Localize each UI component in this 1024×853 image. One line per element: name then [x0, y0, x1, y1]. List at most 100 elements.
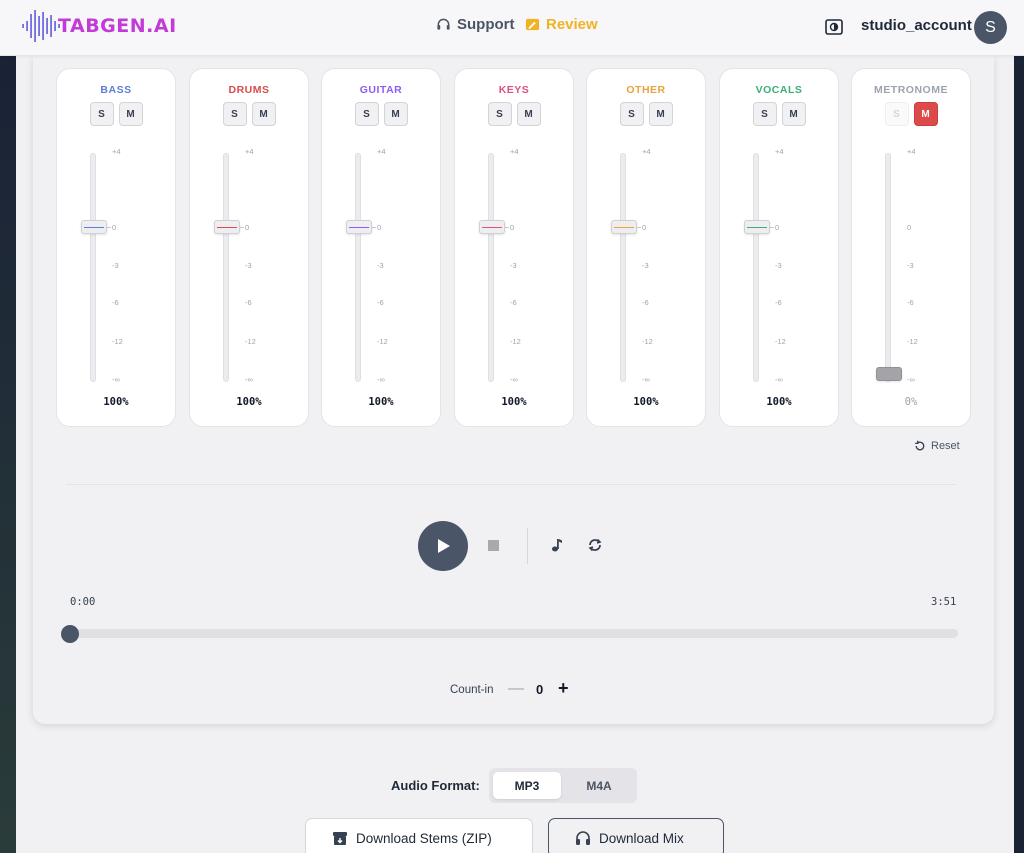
solo-button[interactable]: S [884, 102, 909, 126]
time-total: 3:51 [931, 596, 957, 608]
fader-scale-label: -∞ [775, 375, 783, 384]
solo-button[interactable]: S [354, 102, 379, 126]
fader-scale-label: -6 [112, 298, 119, 307]
channel-strip-other: OTHER S M +4 0 -3 -6 -12 -∞ 100% [586, 68, 706, 427]
fader-scale-label: -12 [510, 337, 521, 346]
solo-button[interactable]: S [619, 102, 644, 126]
download-stems-button[interactable]: Download Stems (ZIP) [305, 818, 533, 853]
play-icon [438, 539, 450, 553]
volume-fader-track[interactable] [90, 153, 96, 382]
download-stems-label: Download Stems (ZIP) [356, 830, 492, 846]
fader-scale-label: +4 [775, 147, 784, 156]
solo-button[interactable]: S [222, 102, 247, 126]
fader-scale-label: +4 [907, 147, 916, 156]
volume-fader-handle[interactable] [876, 367, 902, 381]
account-name[interactable]: studio_account [861, 17, 972, 34]
volume-fader-track[interactable] [355, 153, 361, 382]
avatar[interactable]: S [974, 11, 1007, 44]
fader-scale-label: -6 [775, 298, 782, 307]
volume-fader-handle[interactable] [346, 220, 372, 234]
fader-scale-label: -3 [907, 261, 914, 270]
channel-name: KEYS [498, 84, 530, 96]
logo[interactable]: TABGEN.AI [18, 6, 177, 46]
reset-button[interactable]: Reset [914, 440, 960, 452]
mute-button[interactable]: M [781, 102, 806, 126]
fader-scale-label: -12 [907, 337, 918, 346]
fader-scale-label: -12 [112, 337, 123, 346]
fader-scale-label: 0 [775, 223, 780, 232]
channel-strip-keys: KEYS S M +4 0 -3 -6 -12 -∞ 100% [454, 68, 574, 427]
volume-fader-track[interactable] [885, 153, 891, 382]
volume-fader-handle[interactable] [81, 220, 107, 234]
fader-scale-label: -∞ [907, 375, 915, 384]
logo-text: TABGEN.AI [58, 15, 177, 37]
fader-handle-indicator [217, 227, 237, 228]
fader-scale-label: 0 [112, 223, 117, 232]
fader-scale-label: -∞ [642, 375, 650, 384]
fader-scale-label: -3 [510, 261, 517, 270]
format-option-mp3[interactable]: MP3 [493, 772, 561, 799]
volume-percent: 100% [766, 396, 792, 408]
fader-scale-label: -∞ [112, 375, 120, 384]
loop-icon[interactable] [587, 537, 603, 553]
channel-name: VOCALS [755, 84, 803, 96]
audio-format-label: Audio Format: [391, 778, 480, 793]
seek-handle[interactable] [61, 625, 79, 643]
stop-button[interactable] [488, 540, 499, 551]
channel-name: OTHER [626, 84, 666, 96]
fader-scale-label: -∞ [377, 375, 385, 384]
solo-button[interactable]: S [89, 102, 114, 126]
fader-scale-label: 0 [377, 223, 382, 232]
channel-name: GUITAR [359, 84, 403, 96]
solo-mute-row: SM [587, 102, 705, 126]
mute-button[interactable]: M [913, 102, 938, 126]
mute-button[interactable]: M [648, 102, 673, 126]
volume-percent: 100% [633, 396, 659, 408]
solo-button[interactable]: S [487, 102, 512, 126]
fader-scale-label: -6 [642, 298, 649, 307]
volume-fader-handle[interactable] [744, 220, 770, 234]
fader-handle-indicator [614, 227, 634, 228]
fader-scale-label: -∞ [510, 375, 518, 384]
solo-button[interactable]: S [752, 102, 777, 126]
seek-bar[interactable] [68, 629, 958, 638]
music-note-icon[interactable] [549, 537, 565, 553]
fader-scale-label: 0 [642, 223, 647, 232]
format-option-m4a[interactable]: M4A [565, 772, 633, 799]
fader-scale-label: -3 [112, 261, 119, 270]
fader-handle-indicator [349, 227, 369, 228]
mute-button[interactable]: M [118, 102, 143, 126]
theme-toggle-icon[interactable] [825, 19, 843, 35]
nav-support-label: Support [457, 16, 515, 33]
countin-decrement-button[interactable]: — [508, 680, 524, 698]
countin-increment-button[interactable]: + [558, 678, 569, 699]
solo-mute-row: SM [720, 102, 838, 126]
nav-support-link[interactable]: Support [436, 16, 515, 33]
reset-icon [915, 440, 925, 451]
volume-fader-handle[interactable] [611, 220, 637, 234]
volume-fader-track[interactable] [488, 153, 494, 382]
solo-mute-row: SM [57, 102, 175, 126]
fader-scale-label: -3 [245, 261, 252, 270]
channel-strip-metronome: METRONOME S M +4 0 -3 -6 -12 -∞ 0% [851, 68, 971, 427]
channel-name: BASS [100, 84, 132, 96]
fader-scale-label: -∞ [245, 375, 253, 384]
volume-fader-track[interactable] [753, 153, 759, 382]
mute-button[interactable]: M [383, 102, 408, 126]
fader-scale-label: -6 [907, 298, 914, 307]
volume-fader-handle[interactable] [479, 220, 505, 234]
section-divider [66, 484, 956, 485]
top-header: TABGEN.AI Support Review studio_account … [0, 0, 1024, 56]
mute-button[interactable]: M [251, 102, 276, 126]
solo-mute-row: SM [852, 102, 970, 126]
volume-fader-handle[interactable] [214, 220, 240, 234]
nav-review-link[interactable]: Review [525, 16, 598, 33]
volume-fader-track[interactable] [620, 153, 626, 382]
mute-button[interactable]: M [516, 102, 541, 126]
solo-mute-row: SM [190, 102, 308, 126]
volume-fader-track[interactable] [223, 153, 229, 382]
play-button[interactable] [418, 521, 468, 571]
download-mix-label: Download Mix [599, 830, 684, 846]
fader-scale-label: -3 [642, 261, 649, 270]
download-mix-button[interactable]: Download Mix [548, 818, 724, 853]
